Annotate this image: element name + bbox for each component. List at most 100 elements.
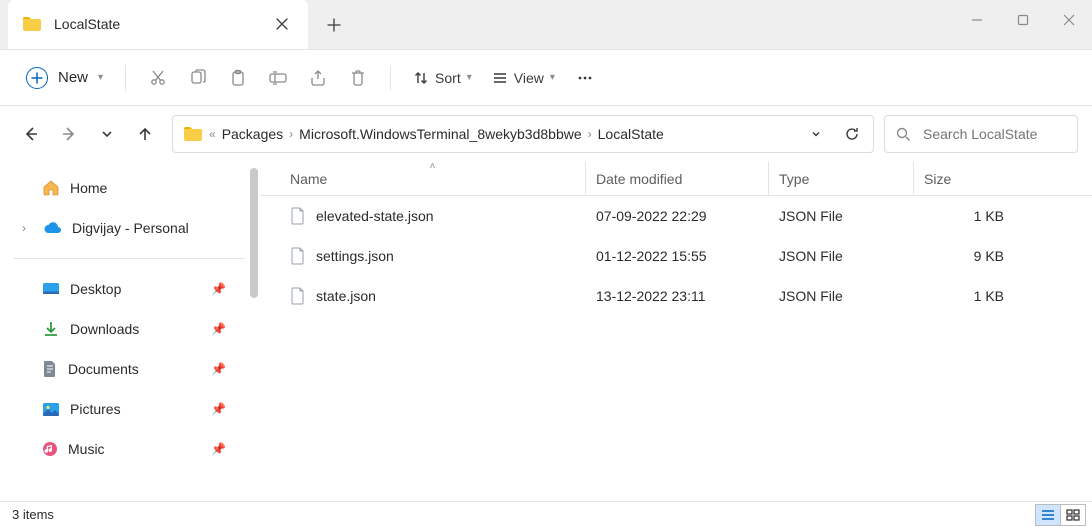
nav-onedrive-label: Digvijay - Personal [72,220,189,236]
navpane-scrollbar[interactable] [250,168,258,495]
cell-size: 1 KB [914,208,1014,224]
view-icon [492,70,508,86]
nav-row: « Packages › Microsoft.WindowsTerminal_8… [0,106,1092,162]
search-input[interactable] [921,125,1092,143]
maximize-button[interactable] [1000,0,1046,40]
sort-button[interactable]: Sort ▾ [405,60,480,96]
nav-home-label: Home [70,180,107,196]
tab-current[interactable]: LocalState [8,0,308,49]
close-window-button[interactable] [1046,0,1092,40]
table-row[interactable]: state.json13-12-2022 23:11JSON File1 KB [280,276,1092,316]
chevron-down-icon: ▾ [98,72,103,83]
pictures-icon [42,402,60,417]
divider [14,258,244,259]
table-row[interactable]: elevated-state.json07-09-2022 22:29JSON … [280,196,1092,236]
cell-type: JSON File [769,248,914,264]
file-name: state.json [316,288,376,304]
sort-button-label: Sort [435,70,461,86]
nav-music[interactable]: Music 📌 [8,429,250,469]
breadcrumb-item[interactable]: Microsoft.WindowsTerminal_8wekyb3d8bbwe [299,126,581,142]
col-type[interactable]: Type [769,162,914,195]
nav-home[interactable]: Home [8,168,250,208]
details-view-button[interactable] [1035,504,1061,526]
cell-name: settings.json [280,247,586,265]
nav-item-label: Music [68,441,105,457]
sort-asc-icon: ˄ [430,161,436,172]
breadcrumb-overflow[interactable]: « [209,127,216,141]
copy-button[interactable] [180,60,216,96]
nav-item-label: Desktop [70,281,121,297]
pin-icon: 📌 [211,322,226,336]
music-icon [42,441,58,457]
address-dropdown-button[interactable] [801,119,831,149]
nav-desktop[interactable]: Desktop 📌 [8,269,250,309]
plus-circle-icon [26,67,48,89]
share-button[interactable] [300,60,336,96]
search-icon [895,126,911,142]
new-button[interactable]: New ▾ [18,60,111,96]
file-icon [290,287,306,305]
delete-button[interactable] [340,60,376,96]
navigation-pane: Home › Digvijay - Personal Desktop 📌 Dow… [0,162,260,501]
chevron-right-icon[interactable]: › [588,127,592,141]
address-bar[interactable]: « Packages › Microsoft.WindowsTerminal_8… [172,115,874,153]
cell-date: 07-09-2022 22:29 [586,208,769,224]
cut-button[interactable] [140,60,176,96]
chevron-right-icon[interactable]: › [289,127,293,141]
nav-documents[interactable]: Documents 📌 [8,349,250,389]
up-button[interactable] [128,117,162,151]
nav-pictures[interactable]: Pictures 📌 [8,389,250,429]
new-tab-button[interactable] [314,5,354,45]
documents-icon [42,360,58,378]
file-name: settings.json [316,248,394,264]
status-bar: 3 items [0,501,1092,527]
desktop-icon [42,282,60,296]
close-tab-button[interactable] [270,12,294,36]
cell-size: 1 KB [914,288,1014,304]
search-box[interactable] [884,115,1078,153]
nav-item-label: Downloads [70,321,139,337]
chevron-down-icon: ▾ [550,72,555,83]
file-icon [290,247,306,265]
paste-button[interactable] [220,60,256,96]
nav-onedrive[interactable]: › Digvijay - Personal [8,208,250,248]
cell-name: state.json [280,287,586,305]
nav-downloads[interactable]: Downloads 📌 [8,309,250,349]
back-button[interactable] [14,117,48,151]
more-button[interactable] [567,60,603,96]
pin-icon: 📌 [211,282,226,296]
cell-date: 13-12-2022 23:11 [586,288,769,304]
rename-button[interactable] [260,60,296,96]
forward-button[interactable] [52,117,86,151]
cloud-icon [42,221,62,235]
breadcrumb-item[interactable]: Packages [222,126,283,142]
cell-date: 01-12-2022 15:55 [586,248,769,264]
pin-icon: 📌 [211,402,226,416]
thumbnails-view-button[interactable] [1060,504,1086,526]
file-icon [290,207,306,225]
breadcrumb-item[interactable]: LocalState [598,126,664,142]
sort-icon [413,70,429,86]
file-list: ˄ Name Date modified Type Size elevated-… [260,162,1092,501]
file-rows: elevated-state.json07-09-2022 22:29JSON … [260,196,1092,501]
table-row[interactable]: settings.json01-12-2022 15:55JSON File9 … [280,236,1092,276]
nav-buttons [14,117,162,151]
toolbar: New ▾ Sort ▾ View ▾ [0,50,1092,106]
view-button[interactable]: View ▾ [484,60,563,96]
folder-icon [183,126,203,142]
new-button-label: New [58,69,88,86]
scrollbar-thumb[interactable] [250,168,258,298]
col-size[interactable]: Size [914,162,1014,195]
separator [390,65,391,91]
view-mode-buttons [1036,504,1086,526]
separator [125,65,126,91]
col-name[interactable]: ˄ Name [280,162,586,195]
chevron-right-icon[interactable]: › [16,221,32,235]
recent-locations-button[interactable] [90,117,124,151]
cell-type: JSON File [769,208,914,224]
chevron-down-icon: ▾ [467,72,472,83]
minimize-button[interactable] [954,0,1000,40]
pin-icon: 📌 [211,442,226,456]
refresh-button[interactable] [837,119,867,149]
col-date[interactable]: Date modified [586,162,769,195]
